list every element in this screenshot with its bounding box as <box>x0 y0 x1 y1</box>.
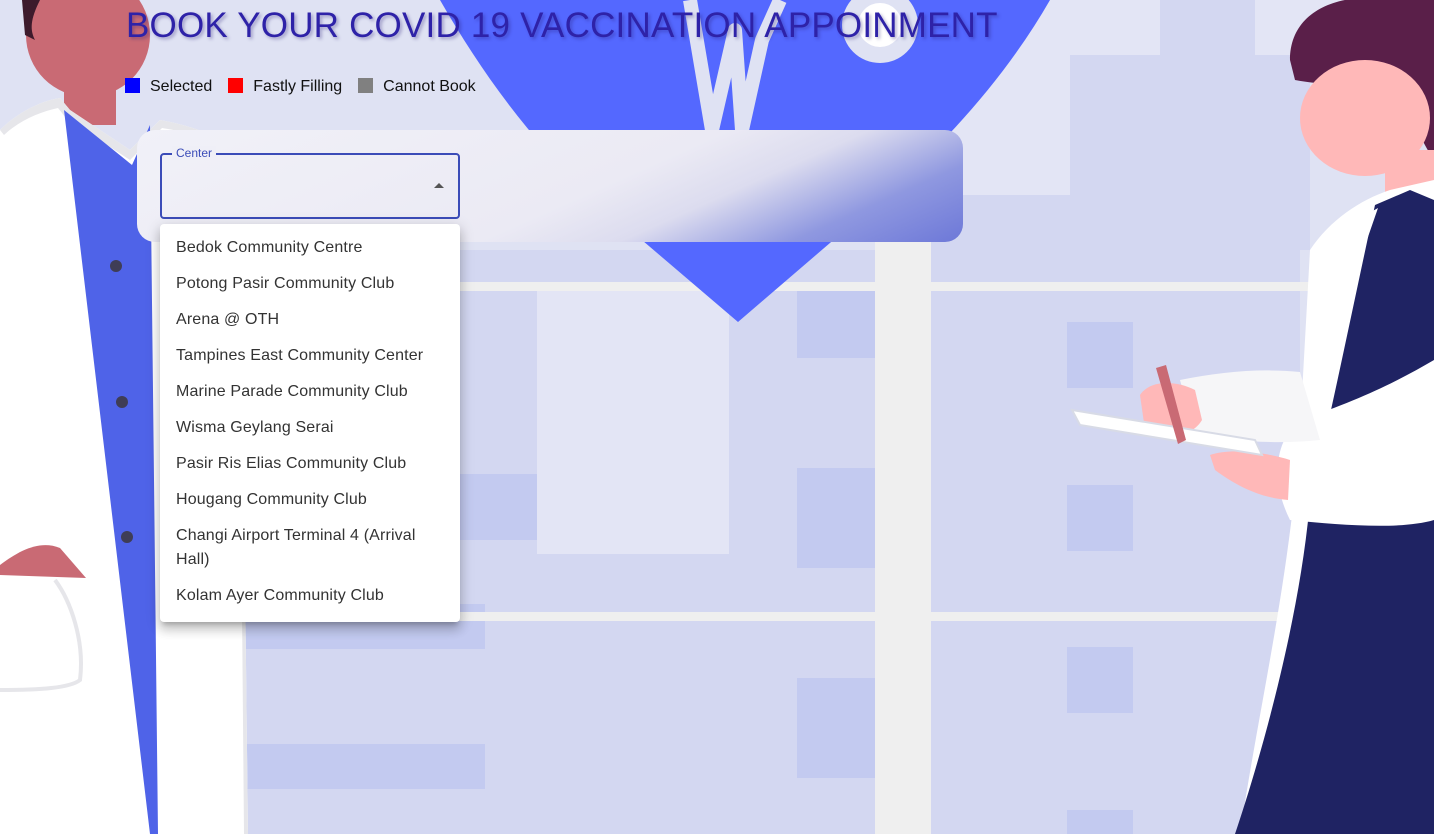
legend-item-cannot-book: Cannot Book <box>358 77 476 96</box>
dropdown-option[interactable]: Hougang Community Club <box>160 482 460 518</box>
dropdown-option[interactable]: Pasir Ris Elias Community Club <box>160 446 460 482</box>
legend-item-selected: Selected <box>125 77 213 96</box>
dropdown-option[interactable]: Changi Airport Terminal 4 (Arrival Hall) <box>160 518 460 578</box>
availability-legend: Selected Fastly Filling Cannot Book <box>125 77 492 96</box>
center-dropdown-menu: Bedok Community Centre Potong Pasir Commu… <box>160 224 460 622</box>
dropdown-option[interactable]: Tampines East Community Center <box>160 338 460 374</box>
dropdown-option[interactable]: Bedok Community Centre <box>160 230 460 266</box>
center-select-label: Center <box>172 146 217 160</box>
dropdown-option[interactable]: Marine Parade Community Club <box>160 374 460 410</box>
legend-swatch-cannot-book <box>358 77 374 93</box>
center-select[interactable]: Center <box>160 146 460 219</box>
legend-label-selected: Selected <box>150 78 213 95</box>
arrow-up-icon <box>434 183 444 188</box>
page-title: BOOK YOUR COVID 19 VACCINATION APPOINMEN… <box>126 6 998 45</box>
legend-label-cannot-book: Cannot Book <box>383 78 476 95</box>
dropdown-option[interactable]: Arena @ OTH <box>160 302 460 338</box>
legend-item-fastly-filling: Fastly Filling <box>228 77 343 96</box>
dropdown-option[interactable]: Wisma Geylang Serai <box>160 410 460 446</box>
dropdown-option[interactable]: Kolam Ayer Community Club <box>160 578 460 614</box>
legend-label-fastly-filling: Fastly Filling <box>253 78 343 95</box>
dropdown-option[interactable]: Potong Pasir Community Club <box>160 266 460 302</box>
legend-swatch-selected <box>125 77 140 93</box>
legend-swatch-fastly-filling <box>228 77 244 93</box>
